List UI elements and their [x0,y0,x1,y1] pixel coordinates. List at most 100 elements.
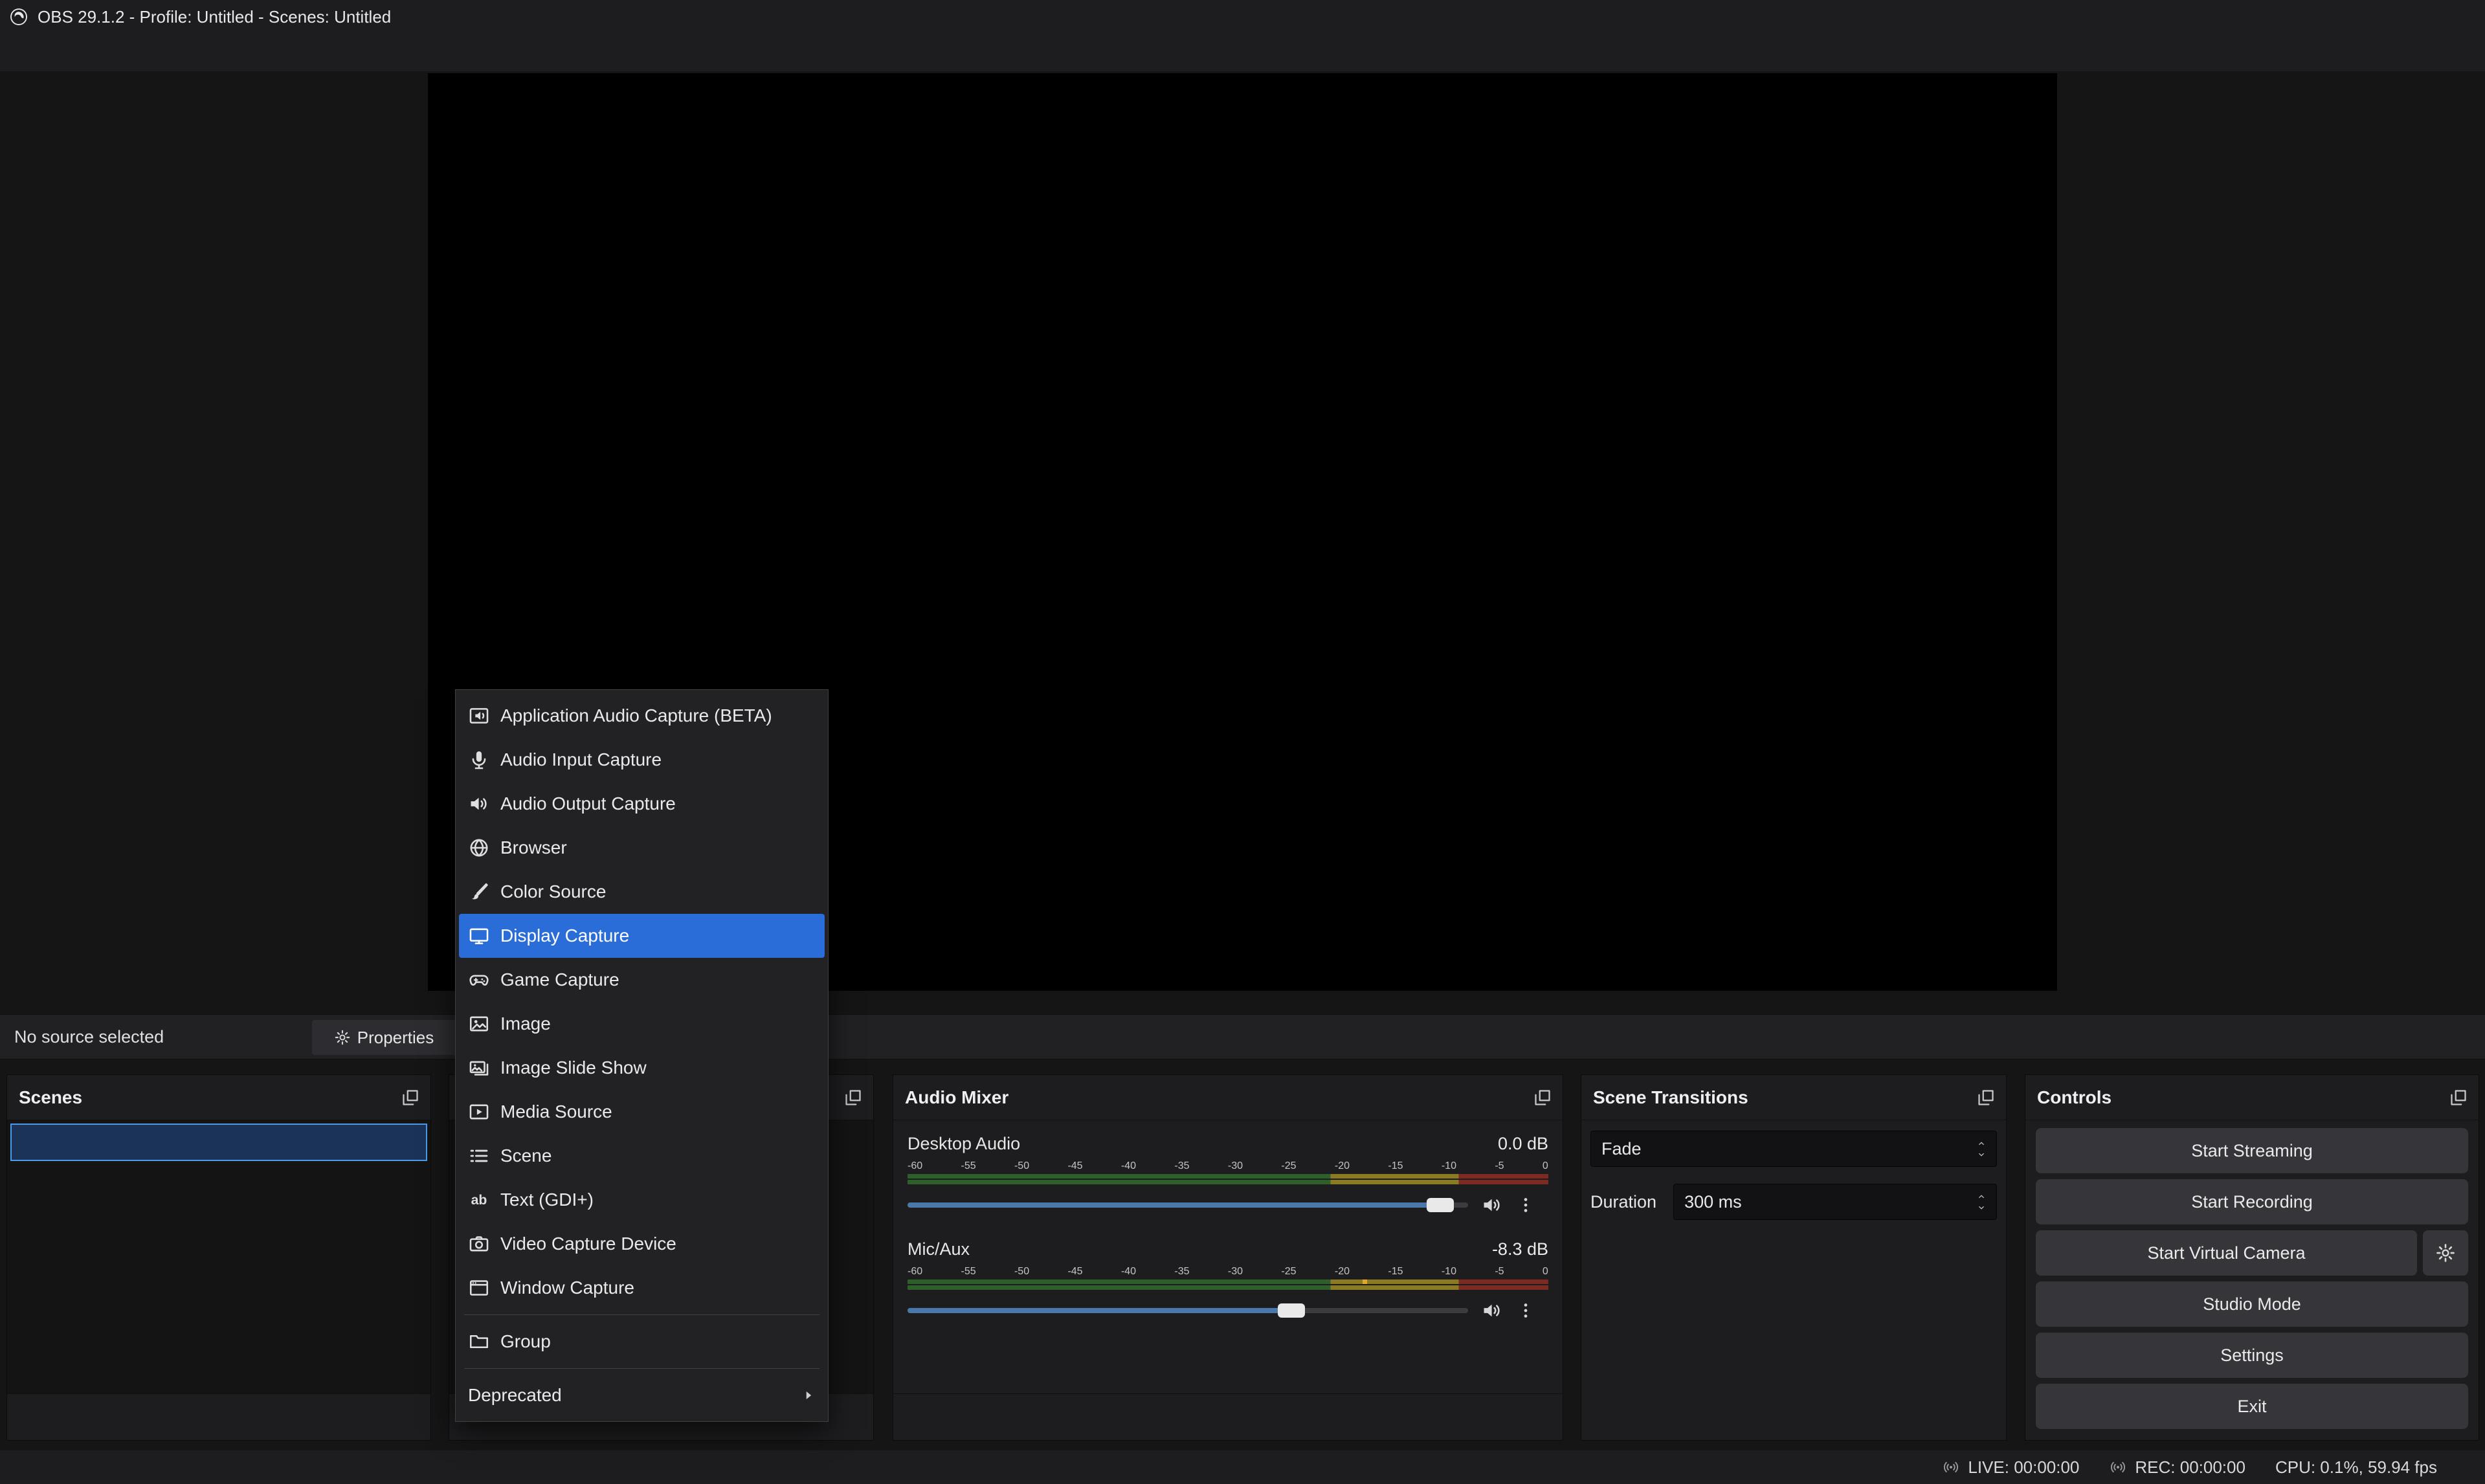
slider-handle[interactable] [1427,1198,1454,1212]
menu-item-image[interactable]: Image [459,1002,825,1046]
chevron-down-icon[interactable] [1975,1203,1988,1212]
source-toolbar: No source selected Properties [0,1014,2485,1059]
menu-item-display-capture[interactable]: Display Capture [459,914,825,958]
menu-tools[interactable] [192,34,223,71]
slider-handle[interactable] [1278,1303,1305,1318]
menu-item-label: Media Source [500,1102,612,1122]
menu-item-browser[interactable]: Browser [459,826,825,870]
remove-transition-button[interactable] [1918,1239,1944,1265]
menu-docks[interactable] [98,34,129,71]
remove-scene-button[interactable] [78,1406,102,1429]
settings-button[interactable]: Settings [2036,1333,2468,1378]
close-button[interactable] [2418,0,2485,34]
meter-tick-label: -40 [1121,1160,1136,1172]
minimize-button[interactable] [2283,0,2350,34]
meter-tick-label: -30 [1228,1160,1243,1172]
duration-input[interactable]: 300 ms [1673,1184,1997,1220]
move-scene-down-button[interactable] [249,1406,273,1429]
popout-icon[interactable] [2449,1088,2468,1107]
mixer-options-button[interactable] [959,1406,983,1429]
scenes-list [7,1120,430,1393]
channel-options-button[interactable] [1516,1195,1535,1215]
mute-button[interactable] [1481,1194,1503,1216]
volume-meter [908,1174,1548,1184]
popout-icon[interactable] [1976,1088,1996,1107]
transition-value: Fade [1601,1139,1642,1159]
channel-level: 0.0 dB [1498,1134,1548,1154]
meter-tick-label: -60 [908,1160,922,1172]
control-row: Start Virtual Camera [2036,1230,2468,1276]
popout-icon[interactable] [843,1088,863,1107]
menu-item-audio-output-capture[interactable]: Audio Output Capture [459,782,825,826]
menu-item-scene[interactable]: Scene [459,1134,825,1178]
start-virtual-camera-button[interactable]: Start Virtual Camera [2036,1230,2417,1276]
control-row: Exit [2036,1384,2468,1429]
controls-title: Controls [2037,1087,2112,1108]
menu-item-media-source[interactable]: Media Source [459,1090,825,1134]
display-icon [468,925,490,947]
menu-item-window-capture[interactable]: Window Capture [459,1266,825,1310]
add-transition-button[interactable] [1869,1239,1895,1265]
menu-file[interactable] [5,34,36,71]
menu-item-application-audio-capture[interactable]: Application Audio Capture (BETA) [459,694,825,738]
menu-scene-collection[interactable] [161,34,192,71]
scenes-dock-header: Scenes [7,1075,430,1120]
menu-item-audio-input-capture[interactable]: Audio Input Capture [459,738,825,782]
controls-body: Start Streaming Start Recording Start Vi… [2025,1120,2479,1393]
properties-label: Properties [357,1028,434,1048]
chevron-up-icon[interactable] [1975,1139,1988,1148]
scenes-dock: Scenes [6,1074,431,1441]
menu-item-game-capture[interactable]: Game Capture [459,958,825,1002]
volume-slider[interactable] [908,1296,1468,1325]
chevron-up-icon[interactable] [1975,1192,1988,1201]
chevron-down-icon[interactable] [1975,1150,1988,1159]
select-spinner[interactable] [1972,1131,1991,1166]
mixer-toolbar [893,1393,1563,1440]
volume-slider[interactable] [908,1191,1468,1219]
slider-fill [908,1202,1440,1208]
status-item: REC: 00:00:00 [2109,1457,2245,1478]
meter-bar [908,1279,1548,1284]
maximize-button[interactable] [2350,0,2418,34]
menu-view[interactable] [67,34,98,71]
channel-level: -8.3 dB [1492,1239,1548,1259]
cpu-status: CPU: 0.1%, 59.94 fps [2275,1457,2437,1478]
window-title: OBS 29.1.2 - Profile: Untitled - Scenes:… [38,7,391,27]
scene-filters-button[interactable] [135,1406,159,1429]
source-status-text: No source selected [14,1027,164,1047]
menu-item-text-gdi[interactable]: ab Text (GDI+) [459,1178,825,1222]
transition-options-button[interactable] [1967,1239,1993,1265]
gear-icon [334,1029,351,1046]
add-scene-button[interactable] [21,1406,45,1429]
menu-item-label: Color Source [500,881,606,902]
virtual-camera-config-button[interactable] [2423,1230,2468,1276]
transition-select[interactable]: Fade [1590,1131,1997,1167]
mute-button[interactable] [1481,1300,1503,1322]
scene-item-scene[interactable] [10,1124,427,1161]
duration-spinner[interactable] [1972,1184,1991,1219]
popout-icon[interactable] [1533,1088,1552,1107]
media-icon [468,1101,490,1123]
popout-icon[interactable] [401,1088,420,1107]
menu-help[interactable] [223,34,254,71]
menu-item-color-source[interactable]: Color Source [459,870,825,914]
channel-options-button[interactable] [1516,1301,1535,1320]
properties-button[interactable]: Properties [312,1020,456,1055]
move-scene-up-button[interactable] [192,1406,216,1429]
menu-separator [464,1368,819,1369]
menu-item-video-capture-device[interactable]: Video Capture Device [459,1222,825,1266]
start-streaming-button[interactable]: Start Streaming [2036,1128,2468,1173]
studio-mode-button[interactable]: Studio Mode [2036,1281,2468,1327]
advanced-audio-button[interactable] [908,1406,931,1429]
meter-tick-label: -60 [908,1266,922,1278]
status-item: LIVE: 00:00:00 [1942,1457,2079,1478]
start-recording-button[interactable]: Start Recording [2036,1179,2468,1224]
menu-item-group[interactable]: Group [459,1320,825,1364]
menu-edit[interactable] [36,34,67,71]
menu-profile[interactable] [129,34,161,71]
exit-button[interactable]: Exit [2036,1384,2468,1429]
menu-item-image-slide-show[interactable]: Image Slide Show [459,1046,825,1090]
scene-list-icon [468,1145,490,1167]
menu-item-deprecated[interactable]: Deprecated [459,1373,825,1417]
menu-item-label: Window Capture [500,1278,634,1298]
